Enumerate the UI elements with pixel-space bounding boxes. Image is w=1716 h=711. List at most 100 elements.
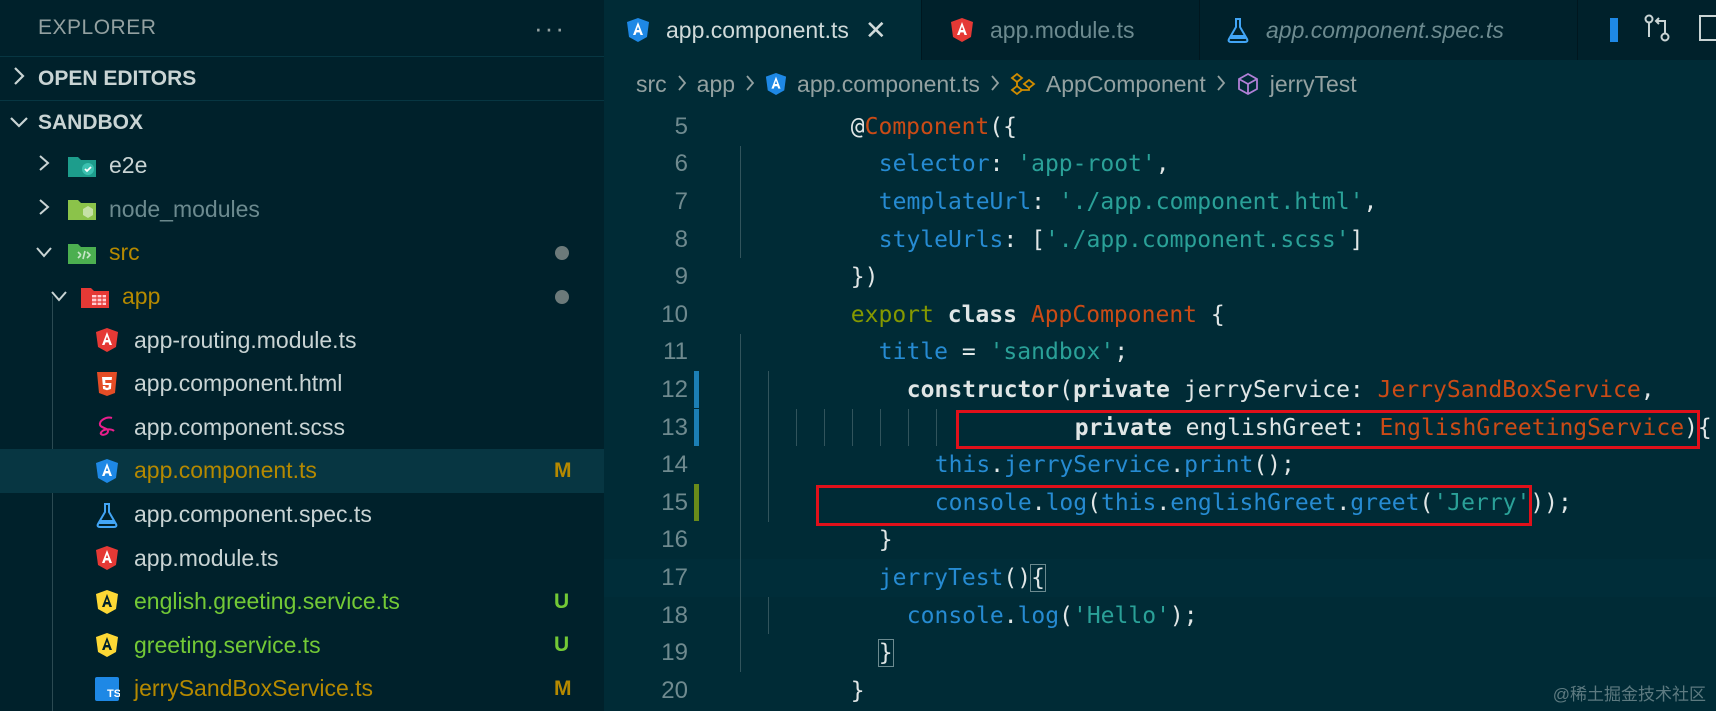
chevron-right-icon [677,71,687,98]
chevron-down-icon [33,242,55,263]
split-editor-icon[interactable] [1696,13,1716,48]
line-number: 6 [674,150,688,178]
tree-item-app-component-spec[interactable]: app.component.spec.ts [0,493,604,537]
token: log [1017,602,1060,629]
line-number: 10 [661,300,688,328]
chevron-down-icon [48,286,70,307]
tree-item-label: app.module.ts [134,544,279,571]
modified-gutter-mark [694,371,699,409]
token: } [850,677,865,704]
code-editor[interactable]: 5 @Component({ 6 selector: 'app-root', 7… [604,108,1716,710]
tree-item-node-modules[interactable]: node_modules [0,188,604,232]
tree-item-label: app.component.ts [134,457,317,484]
tab-label: app.component.ts [666,16,849,43]
folder-node-icon [67,195,97,223]
indent-guide [740,408,741,447]
open-editors-section[interactable]: OPEN EDITORS [0,56,604,100]
modified-badge: M [554,676,572,700]
token: : [1351,414,1380,441]
compare-changes-icon[interactable] [1642,13,1672,48]
indent-guide [768,446,769,484]
line-number: 9 [674,263,688,291]
code-line[interactable]: 20 } [604,672,1716,710]
chevron-right-icon [33,198,55,221]
sandbox-label: SANDBOX [38,110,144,134]
sass-icon [92,413,122,441]
indent-guide [740,371,741,409]
token: console [906,602,1004,629]
explorer-header: EXPLORER ··· [0,0,604,56]
breadcrumb-method[interactable]: jerryTest [1270,71,1357,98]
tree-item-e2e[interactable]: e2e [0,144,604,188]
folder-src-icon [67,239,97,267]
tab-bar: app.component.ts ✕ app.module.ts app.com… [604,0,1716,60]
line-number: 20 [661,676,688,704]
tree-item-label: english.greeting.service.ts [134,588,400,615]
tree-item-label: app [122,283,161,310]
method-symbol-icon [1236,72,1260,96]
indent-guide [740,145,741,184]
tree-item-label: jerrySandBoxService.ts [134,675,374,702]
tab-app-component-ts[interactable]: app.component.ts ✕ [604,0,922,60]
token: ( [1087,489,1101,516]
tab-app-module-ts[interactable]: app.module.ts [922,0,1200,60]
tree-item-app-component-html[interactable]: app.component.html [0,362,604,406]
tree-item-app-component-ts[interactable]: app.component.ts M [0,449,604,493]
untracked-badge: U [554,633,570,657]
more-actions-button[interactable]: ··· [534,13,566,44]
line-number: 13 [661,413,688,441]
tree-item-app-component-scss[interactable]: app.component.scss [0,406,604,450]
indent-guide [740,559,741,597]
breadcrumb-app[interactable]: app [697,71,735,98]
token: englishGreet [1170,489,1337,516]
tree-item-label: app.component.spec.ts [134,501,372,528]
tree-item-label: app.component.scss [134,413,345,440]
tree-item-label: app-routing.module.ts [134,326,357,353]
tree-item-app-module[interactable]: app.module.ts [0,536,604,580]
modified-dot-icon [555,246,569,261]
tree-item-jerry-sandbox-service[interactable]: TS jerrySandBoxService.ts M [0,667,604,711]
tab-app-component-spec-ts[interactable]: app.component.spec.ts [1200,0,1578,60]
watermark: @稀土掘金技术社区 [1552,685,1706,704]
sandbox-section[interactable]: SANDBOX [0,100,604,144]
angular-blue-icon [626,17,650,43]
token: . [1336,489,1351,516]
indent-guide [740,446,741,484]
token: . [1031,489,1046,516]
tree-item-greeting-service[interactable]: greeting.service.ts U [0,624,604,668]
breadcrumb-src[interactable]: src [636,71,667,98]
flask-test-icon [92,501,122,529]
token: EnglishGreetingService [1379,414,1685,441]
token: ); [1169,602,1198,629]
indent-guide [740,521,741,560]
modified-badge: M [554,458,572,482]
modified-dot-icon [555,289,569,304]
overflow-tab-icon[interactable] [1610,18,1618,42]
token: greet [1350,489,1420,516]
tree-item-app-routing-module[interactable]: app-routing.module.ts [0,318,604,362]
indent-guide [740,333,741,372]
chevron-right-icon [1216,71,1226,98]
close-icon[interactable]: ✕ [865,15,887,46]
tree-item-label: src [109,239,140,266]
folder-e2e-icon [67,152,97,180]
line-number: 19 [661,639,688,667]
token: 'Jerry' [1433,489,1531,516]
line-number: 5 [674,112,688,140]
tree-item-english-greeting-service[interactable]: english.greeting.service.ts U [0,580,604,624]
line-number: 11 [663,338,688,366]
token: )); [1530,489,1572,516]
token: { [1197,301,1225,328]
token: styleUrls [878,226,1004,253]
angular-service-icon [92,631,122,659]
token: ] [1349,226,1364,253]
tree-item-app[interactable]: app [0,275,604,319]
token: ){ [1684,414,1712,441]
tree-item-src[interactable]: src [0,231,604,275]
breadcrumb-class[interactable]: AppComponent [1046,71,1206,98]
token: 'Hello' [1072,602,1170,629]
tab-label: app.component.spec.ts [1266,16,1504,43]
indent-guide [796,408,797,447]
line-number: 12 [661,375,688,403]
angular-red-icon [950,17,974,43]
